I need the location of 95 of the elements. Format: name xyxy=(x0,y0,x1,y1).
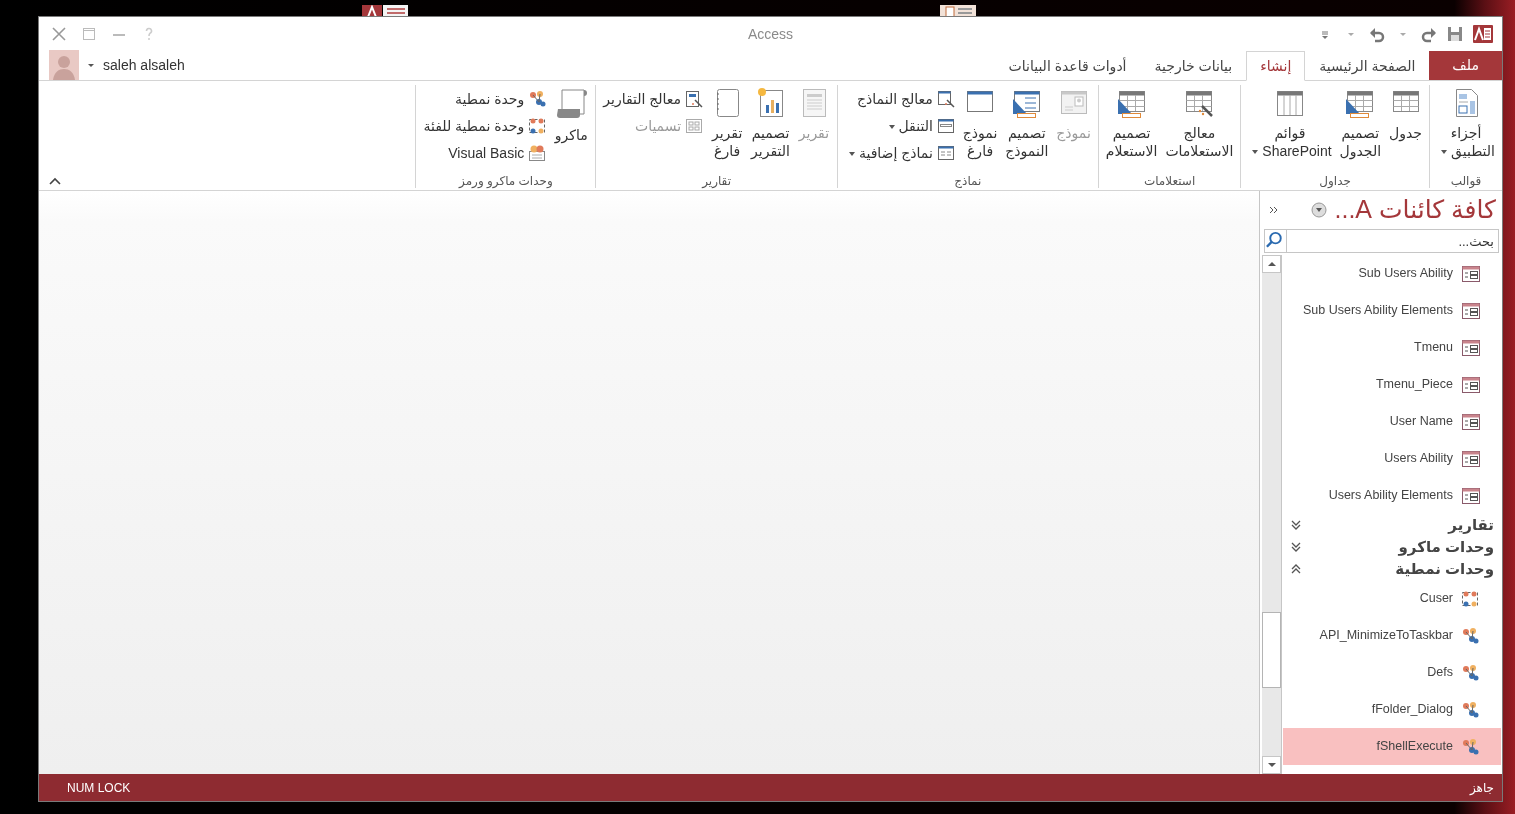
ribbon-button[interactable]: نماذج إضافية xyxy=(841,141,958,165)
group-label: قوالب xyxy=(1449,174,1483,188)
module-icon xyxy=(528,117,547,135)
object-item[interactable]: Sub Users Ability xyxy=(1283,255,1501,292)
expand-icon xyxy=(1290,519,1302,531)
module-icon xyxy=(1461,589,1481,608)
ribbon-button[interactable]: معالج النماذج xyxy=(841,87,958,111)
group-label: نماذج xyxy=(953,174,983,188)
collapse-pane-icon[interactable] xyxy=(1268,204,1280,216)
form-icon xyxy=(1461,338,1481,357)
object-item[interactable]: API_MinimizeToTaskbar xyxy=(1283,617,1501,654)
down-arrow-icon xyxy=(1267,762,1276,768)
ribbon-tab[interactable]: بيانات خارجية xyxy=(1140,51,1247,81)
caret-icon xyxy=(848,151,855,156)
ribbon-button[interactable]: أجزاء التطبيق xyxy=(1434,85,1498,162)
form-icon xyxy=(1461,449,1481,468)
module-icon xyxy=(1461,737,1481,756)
dropdown-icon[interactable] xyxy=(1310,202,1327,218)
object-item[interactable]: Sub Users Ability Elements xyxy=(1283,292,1501,329)
maximize-icon[interactable] xyxy=(81,26,97,42)
collapse-ribbon-icon[interactable] xyxy=(49,176,61,186)
ribbon-button[interactable]: معالج الاستعلامات xyxy=(1162,85,1237,162)
search-icon xyxy=(1264,229,1286,253)
module-icon xyxy=(528,90,547,108)
ribbon-tab[interactable]: إنشاء xyxy=(1246,51,1306,81)
group-label: استعلامات xyxy=(1142,174,1197,188)
group-header[interactable]: وحدات ماكرو xyxy=(1282,536,1502,558)
status-message: جاهز xyxy=(1469,779,1494,797)
object-item[interactable]: Cuser xyxy=(1283,580,1501,617)
ribbon-button[interactable]: نموذج فارغ xyxy=(959,85,1001,162)
ribbon-button[interactable]: قوائم SharePoint xyxy=(1245,85,1335,162)
object-item[interactable]: Defs xyxy=(1283,654,1501,691)
form-icon xyxy=(1461,264,1481,283)
ribbon-button[interactable]: تقرير فارغ xyxy=(708,85,747,162)
group-header[interactable]: وحدات نمطية xyxy=(1282,558,1502,580)
file-tab[interactable]: ملف xyxy=(1429,51,1502,80)
code-icon xyxy=(528,144,547,162)
form-icon xyxy=(1461,412,1481,431)
ribbon-button[interactable]: التنقل xyxy=(841,114,958,138)
module-icon xyxy=(1461,626,1481,645)
caret-icon xyxy=(1441,150,1447,155)
save-icon[interactable] xyxy=(1446,25,1464,43)
ribbon-button[interactable]: وحدة نمطية للفئة xyxy=(420,114,550,138)
object-item[interactable]: Tmenu xyxy=(1283,329,1501,366)
form-icon xyxy=(936,144,955,162)
form-icon xyxy=(1461,486,1481,505)
object-item[interactable]: User Name xyxy=(1283,403,1501,440)
ribbon-button[interactable]: Visual Basic xyxy=(420,141,550,165)
num-lock-indicator: NUM LOCK xyxy=(67,779,131,797)
scrollbar-thumb[interactable] xyxy=(1262,611,1281,688)
app-logo-icon xyxy=(1472,23,1494,45)
object-item[interactable]: fFolder_Dialog xyxy=(1283,691,1501,728)
close-icon[interactable] xyxy=(51,26,67,42)
ribbon-button[interactable]: معالج التقارير xyxy=(600,87,707,111)
form-wand-icon xyxy=(936,90,955,108)
ribbon-button[interactable]: تصميم الاستعلام xyxy=(1102,85,1161,162)
grid-icon xyxy=(685,117,704,135)
collapse-icon xyxy=(1290,563,1302,575)
up-arrow-icon xyxy=(1267,261,1276,267)
pane-title[interactable]: كافة كائنات A... xyxy=(1334,191,1496,229)
group-header[interactable]: تقارير xyxy=(1282,514,1502,536)
caret-icon xyxy=(888,124,895,129)
avatar xyxy=(49,50,79,80)
module-icon xyxy=(1461,700,1481,719)
account-menu[interactable]: saleh alsaleh xyxy=(39,50,195,80)
window-title: Access xyxy=(747,24,794,44)
report-wand-icon xyxy=(685,90,704,108)
caret-icon xyxy=(1252,150,1259,155)
module-icon xyxy=(1461,663,1481,682)
form-icon xyxy=(1461,375,1481,394)
ribbon-tab[interactable]: الصفحة الرئيسية xyxy=(1305,51,1430,81)
ribbon-button[interactable]: وحدة نمطية xyxy=(420,87,550,111)
ribbon-button[interactable]: ماكرو xyxy=(551,85,592,146)
object-item[interactable]: fShellExecute xyxy=(1283,728,1501,765)
window-icon xyxy=(936,117,955,135)
scroll-icon xyxy=(554,87,589,121)
ribbon-button[interactable]: تصميم النموذج xyxy=(1002,85,1052,162)
caret-icon xyxy=(87,61,95,69)
group-label: تقارير xyxy=(700,174,732,188)
form-icon xyxy=(1461,301,1481,320)
search-field[interactable]: بحث... xyxy=(1286,229,1499,253)
group-label: وحدات ماكرو ورمز xyxy=(457,174,554,188)
scroll-up-button[interactable] xyxy=(1262,255,1281,273)
object-item[interactable]: Tmenu_Piece xyxy=(1283,366,1501,403)
expand-icon xyxy=(1290,541,1302,553)
ribbon-button[interactable]: جدول xyxy=(1386,85,1425,144)
object-item[interactable]: Users Ability xyxy=(1283,440,1501,477)
ribbon-button[interactable]: تصميم الجدول xyxy=(1336,85,1385,162)
object-item[interactable]: Users Ability Elements xyxy=(1283,477,1501,514)
scrollbar-track[interactable] xyxy=(1262,255,1282,774)
ribbon-button[interactable]: تصميم التقرير xyxy=(748,85,793,162)
group-label: جداول xyxy=(1318,174,1352,188)
ribbon-tab[interactable]: أدوات قاعدة البيانات xyxy=(994,51,1141,81)
redo-icon[interactable] xyxy=(1420,25,1438,43)
scroll-down-button[interactable] xyxy=(1262,756,1281,774)
